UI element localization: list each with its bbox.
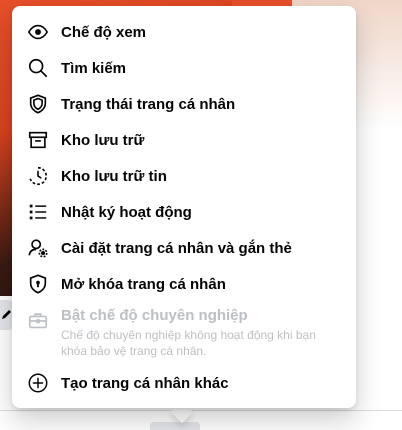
menu-item-story-archive[interactable]: Kho lưu trữ tin xyxy=(12,158,356,194)
more-tab[interactable] xyxy=(150,422,200,430)
menu-item-label: Bật chế độ chuyên nghiệp xyxy=(61,307,248,324)
menu-item-view-as[interactable]: Chế độ xem xyxy=(12,14,356,50)
menu-item-professional-mode: Bật chế độ chuyên nghiệp Chế độ chuyên n… xyxy=(12,302,356,365)
page-divider xyxy=(0,410,402,411)
menu-item-profile-tagging-settings[interactable]: Cài đặt trang cá nhân và gắn thẻ xyxy=(12,230,356,266)
menu-item-label: Kho lưu trữ tin xyxy=(61,167,167,185)
menu-item-label: Cài đặt trang cá nhân và gắn thẻ xyxy=(61,239,292,257)
list-icon xyxy=(26,200,50,224)
menu-item-search[interactable]: Tìm kiếm xyxy=(12,50,356,86)
professional-mode-text: Bật chế độ chuyên nghiệp Chế độ chuyên n… xyxy=(61,307,344,359)
clock-history-icon xyxy=(26,164,50,188)
menu-item-profile-status[interactable]: Trạng thái trang cá nhân xyxy=(12,86,356,122)
menu-item-create-profile[interactable]: Tạo trang cá nhân khác xyxy=(12,365,356,401)
search-icon xyxy=(26,56,50,80)
menu-item-label: Mở khóa trang cá nhân xyxy=(61,275,226,293)
archive-box-icon xyxy=(26,128,50,152)
menu-item-label: Kho lưu trữ xyxy=(61,131,145,149)
professional-mode-description: Chế độ chuyên nghiệp không hoạt động khi… xyxy=(61,328,316,358)
menu-item-label: Tìm kiếm xyxy=(61,59,127,77)
menu-item-label: Trạng thái trang cá nhân xyxy=(61,95,236,113)
menu-item-archive[interactable]: Kho lưu trữ xyxy=(12,122,356,158)
briefcase-icon xyxy=(26,309,50,333)
profile-settings-icon xyxy=(26,236,50,260)
profile-options-menu: Chế độ xem Tìm kiếm Trạng thái trang cá … xyxy=(12,6,356,408)
menu-item-unlock-profile[interactable]: Mở khóa trang cá nhân xyxy=(12,266,356,302)
shield-lock-icon xyxy=(26,272,50,296)
plus-circle-icon xyxy=(26,371,50,395)
menu-item-label: Tạo trang cá nhân khác xyxy=(61,374,229,392)
menu-item-label: Chế độ xem xyxy=(61,23,147,41)
eye-icon xyxy=(26,20,50,44)
menu-item-label: Nhật ký hoạt động xyxy=(61,203,192,221)
menu-item-activity-log[interactable]: Nhật ký hoạt động xyxy=(12,194,356,230)
shield-icon xyxy=(26,92,50,116)
